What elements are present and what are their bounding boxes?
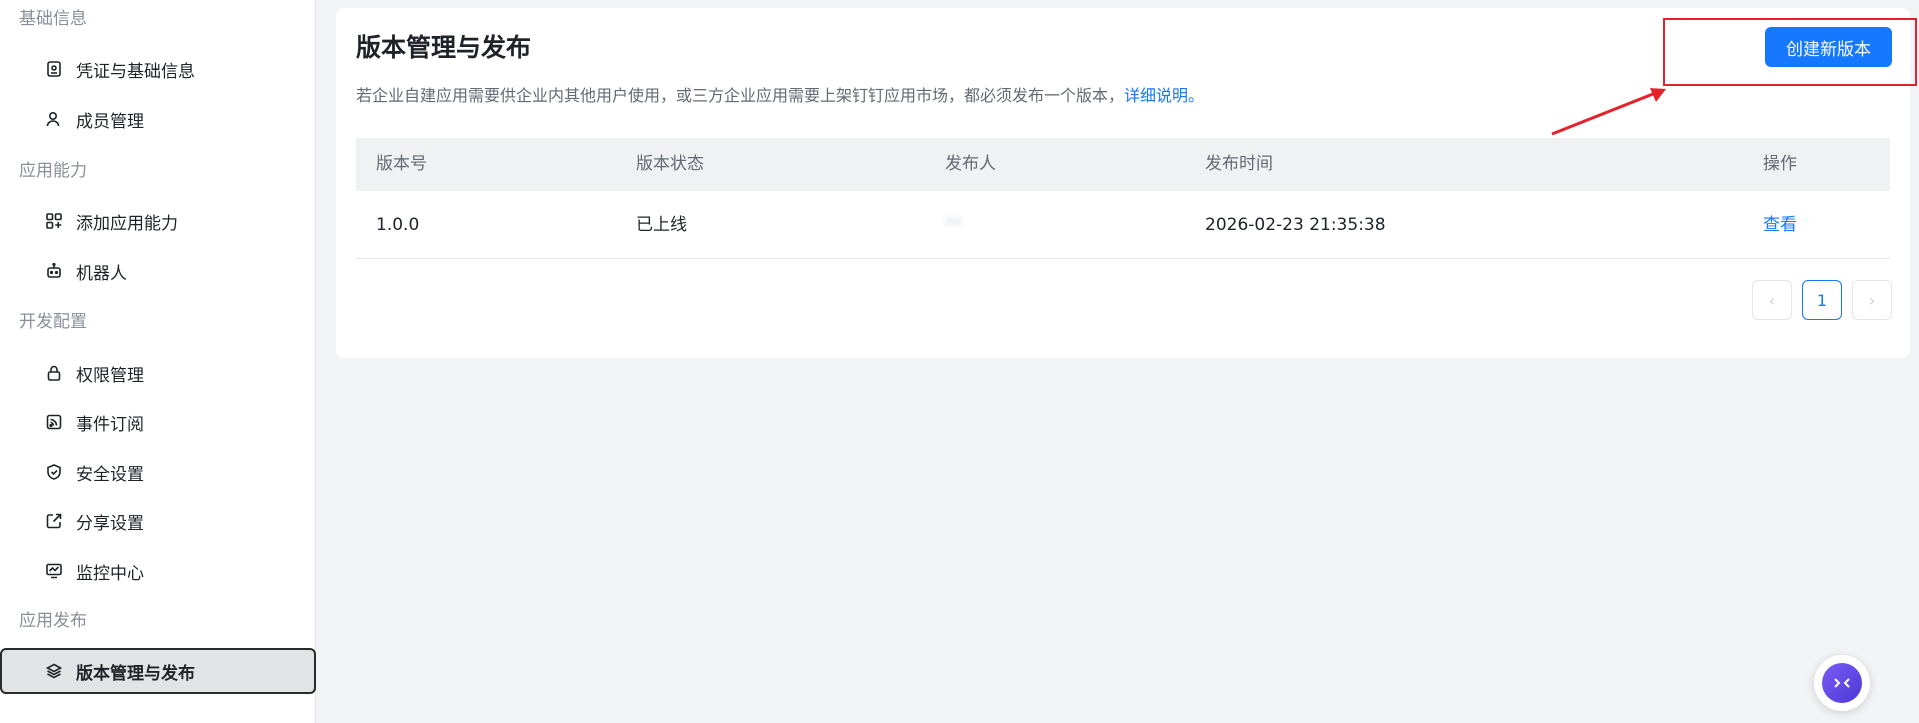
assistant-icon	[1822, 663, 1862, 703]
member-icon	[45, 110, 63, 128]
table-row: 1.0.0 已上线 ** 2026-02-23 21:35:38 查看	[356, 191, 1890, 259]
sidebar-item-label: 凭证与基础信息	[76, 61, 195, 82]
sidebar-item-label: 安全设置	[76, 464, 144, 485]
description-end: 。	[1188, 86, 1205, 105]
sidebar-item-label: 事件订阅	[76, 414, 144, 435]
sidebar-item-permissions[interactable]: 权限管理	[0, 350, 316, 396]
highlight-box	[1663, 18, 1917, 86]
credential-icon	[45, 60, 63, 78]
sidebar-item-label: 分享设置	[76, 513, 144, 534]
header-version: 版本号	[376, 154, 427, 174]
sidebar-item-robot[interactable]: 机器人	[0, 248, 316, 294]
header-time: 发布时间	[1205, 154, 1273, 174]
sidebar-item-event-subscription[interactable]: 事件订阅	[0, 399, 316, 445]
sidebar: 基础信息 凭证与基础信息 成员管理 应用能力 添加应用能力 机器人 开发配置 权…	[0, 0, 316, 723]
page-description: 若企业自建应用需要供企业内其他用户使用，或三方企业应用需要上架钉钉应用市场，都必…	[356, 84, 1204, 108]
view-link[interactable]: 查看	[1763, 191, 1797, 259]
cell-status: 已上线	[636, 215, 687, 235]
sidebar-item-label: 成员管理	[76, 111, 144, 132]
layers-icon	[45, 662, 63, 680]
group-title-release: 应用发布	[19, 611, 87, 631]
details-link[interactable]: 详细说明	[1124, 86, 1188, 105]
cell-version: 1.0.0	[376, 215, 420, 235]
group-title-basic-info: 基础信息	[19, 9, 87, 29]
table-header: 版本号 版本状态 发布人 发布时间 操作	[356, 138, 1890, 191]
sidebar-item-credentials[interactable]: 凭证与基础信息	[0, 46, 316, 92]
header-status: 版本状态	[636, 154, 704, 174]
annotation-arrow-icon	[1551, 88, 1666, 136]
sidebar-item-add-capability[interactable]: 添加应用能力	[0, 198, 316, 244]
group-title-dev-config: 开发配置	[19, 312, 87, 332]
add-capability-icon	[45, 212, 63, 230]
lock-icon	[45, 364, 63, 382]
sidebar-item-share[interactable]: 分享设置	[0, 498, 316, 544]
next-page-button[interactable]: ›	[1852, 280, 1892, 320]
robot-icon	[45, 262, 63, 280]
sidebar-item-label: 版本管理与发布	[76, 663, 195, 684]
sidebar-item-label: 添加应用能力	[76, 213, 178, 234]
assistant-float-button[interactable]	[1814, 655, 1870, 711]
subscription-icon	[45, 413, 63, 431]
monitor-icon	[45, 562, 63, 580]
version-table: 版本号 版本状态 发布人 发布时间 操作 1.0.0 已上线 ** 2026-0…	[356, 138, 1890, 259]
sidebar-item-members[interactable]: 成员管理	[0, 96, 316, 142]
shield-icon	[45, 463, 63, 481]
cell-time: 2026-02-23 21:35:38	[1205, 215, 1386, 235]
sidebar-item-label: 机器人	[76, 263, 127, 284]
group-title-capabilities: 应用能力	[19, 161, 87, 181]
sidebar-item-version-release[interactable]: 版本管理与发布	[0, 648, 316, 694]
cell-publisher: **	[945, 215, 962, 235]
share-icon	[45, 512, 63, 530]
prev-page-button[interactable]: ‹	[1752, 280, 1792, 320]
header-publisher: 发布人	[945, 154, 996, 174]
page-title: 版本管理与发布	[356, 33, 532, 62]
sidebar-item-label: 监控中心	[76, 563, 144, 584]
header-action: 操作	[1763, 154, 1797, 174]
page-1-button[interactable]: 1	[1802, 280, 1842, 320]
sidebar-item-security[interactable]: 安全设置	[0, 449, 316, 495]
sidebar-item-monitor[interactable]: 监控中心	[0, 548, 316, 594]
sidebar-item-label: 权限管理	[76, 365, 144, 386]
description-text: 若企业自建应用需要供企业内其他用户使用，或三方企业应用需要上架钉钉应用市场，都必…	[356, 86, 1125, 105]
